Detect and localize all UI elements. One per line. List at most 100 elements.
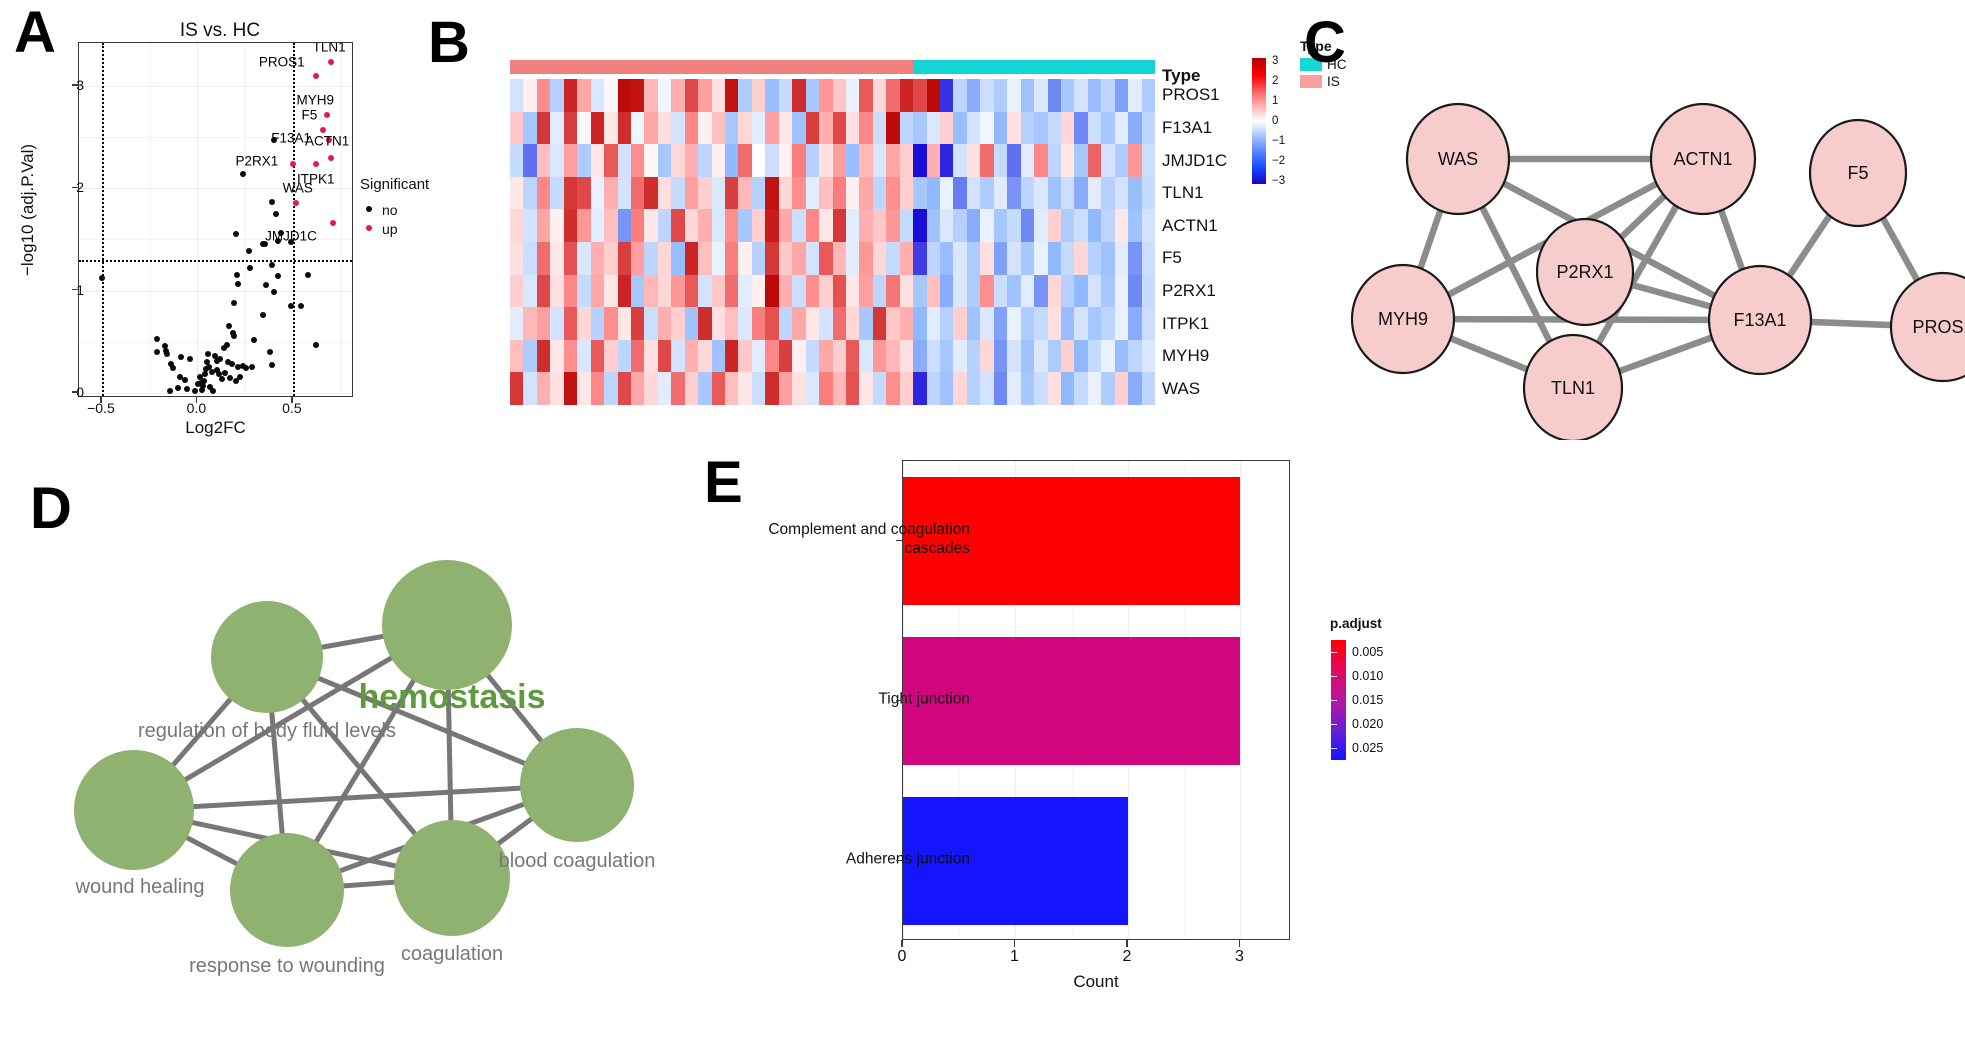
heatmap-cell — [859, 79, 873, 112]
heatmap-cell — [644, 176, 658, 210]
volcano-point — [221, 344, 228, 351]
heatmap-cell — [604, 274, 618, 308]
ppi-node-label: P2RX1 — [1556, 262, 1613, 282]
heatmap-cell — [1047, 176, 1061, 210]
heatmap-colorbar-tick: −1 — [1272, 135, 1286, 147]
heatmap-cell — [899, 111, 914, 145]
heatmap-cell — [953, 339, 967, 373]
heatmap-cell — [523, 372, 537, 405]
go-node[interactable] — [382, 560, 512, 690]
volcano-point — [289, 160, 296, 167]
ppi-node[interactable]: F13A1 — [1707, 264, 1813, 376]
go-node[interactable] — [230, 833, 344, 947]
volcano-point — [209, 387, 216, 394]
group-annotation-hc — [1060, 60, 1075, 74]
volcano-point — [305, 272, 312, 279]
volcano-point — [217, 356, 224, 363]
group-annotation-is — [550, 60, 564, 74]
heatmap-cell — [940, 111, 954, 145]
heatmap-cell — [1034, 209, 1048, 242]
volcano-point — [204, 351, 211, 357]
heatmap-cell — [765, 209, 779, 242]
threshold-line-vertical — [101, 43, 104, 396]
heatmap-cell — [617, 339, 631, 373]
heatmap-cell — [550, 307, 564, 340]
heatmap-cell — [792, 372, 806, 405]
heatmap-cell — [765, 372, 779, 405]
ppi-network-svg: WAS ACTN1 F5 P2RX1 MYH9 F13A1 PROS1 TLN1 — [1350, 102, 1965, 440]
group-annotation-is — [510, 60, 524, 74]
group-annotation-hc — [1007, 60, 1021, 74]
threshold-line-horizontal — [79, 259, 352, 262]
heatmap-cell — [859, 209, 873, 242]
volcano-point — [245, 247, 252, 254]
heatmap-cell — [926, 79, 940, 112]
heatmap-cell — [980, 241, 994, 275]
volcano-point — [287, 302, 294, 309]
heatmap-cell — [819, 209, 833, 242]
ppi-node[interactable]: MYH9 — [1350, 263, 1456, 375]
volcano-point — [298, 302, 305, 309]
heatmap-cell — [1047, 79, 1061, 112]
heatmap-cell — [1114, 176, 1129, 210]
heatmap-cell — [899, 372, 914, 405]
ppi-node[interactable]: PROS1 — [1889, 271, 1965, 383]
heatmap-cell — [1128, 339, 1142, 373]
heatmap-cell — [966, 111, 981, 145]
volcano-point — [233, 272, 240, 279]
heatmap-cell — [980, 372, 994, 405]
heatmap-cell — [886, 274, 900, 308]
go-node[interactable] — [211, 601, 323, 713]
heatmap-cell — [980, 111, 994, 145]
volcano-point — [232, 231, 239, 238]
heatmap-cell — [751, 241, 766, 275]
volcano-legend-label: up — [382, 221, 398, 237]
heatmap-cell — [1141, 209, 1155, 242]
go-node[interactable] — [74, 750, 194, 870]
ppi-node[interactable]: F5 — [1808, 118, 1908, 228]
heatmap-row-label: TLN1 — [1162, 183, 1204, 203]
heatmap-cell — [711, 372, 725, 405]
heatmap-cell — [845, 372, 860, 405]
heatmap-cell — [510, 144, 524, 177]
ppi-node[interactable]: ACTN1 — [1649, 102, 1757, 216]
ppi-node[interactable]: TLN1 — [1522, 333, 1624, 440]
heatmap-cell — [1047, 209, 1061, 242]
heatmap-cell — [778, 339, 793, 373]
heatmap-cell — [940, 307, 954, 340]
ppi-node[interactable]: WAS — [1405, 102, 1511, 216]
group-annotation-is — [644, 60, 658, 74]
go-node[interactable] — [394, 820, 510, 936]
heatmap-cell — [657, 372, 672, 405]
ppi-node[interactable]: P2RX1 — [1535, 217, 1635, 327]
heatmap-cell — [698, 209, 712, 242]
kegg-legend: p.adjust — [1330, 616, 1382, 635]
heatmap-cell — [778, 209, 793, 242]
heatmap-cell — [523, 307, 537, 340]
group-annotation-is — [805, 60, 820, 74]
heatmap-cell — [765, 339, 779, 373]
heatmap-cell — [590, 176, 605, 210]
group-annotation-hc — [1020, 60, 1035, 74]
panel-letter-b: B — [428, 10, 470, 75]
heatmap-cell — [926, 274, 940, 308]
heatmap-cell — [1114, 111, 1129, 145]
heatmap-cell — [1074, 372, 1088, 405]
heatmap-cell — [657, 209, 672, 242]
heatmap-cell — [510, 339, 524, 373]
heatmap-cell — [886, 241, 900, 275]
heatmap-cell — [1114, 339, 1129, 373]
volcano-y-axis-label: −log10 (adj.P.Val) — [18, 143, 37, 277]
ppi-node-label: ACTN1 — [1673, 149, 1732, 169]
heatmap-cell — [886, 79, 900, 112]
group-annotation-is — [711, 60, 725, 74]
ppi-node-label: F13A1 — [1733, 310, 1786, 330]
heatmap-cell — [832, 307, 846, 340]
go-node[interactable] — [520, 728, 634, 842]
heatmap-cell — [577, 372, 591, 405]
volcano-point — [154, 335, 161, 342]
kegg-x-tick-label: 3 — [1234, 948, 1244, 965]
heatmap-cell — [993, 274, 1008, 308]
heatmap-cell — [926, 241, 940, 275]
heatmap-cell — [980, 307, 994, 340]
